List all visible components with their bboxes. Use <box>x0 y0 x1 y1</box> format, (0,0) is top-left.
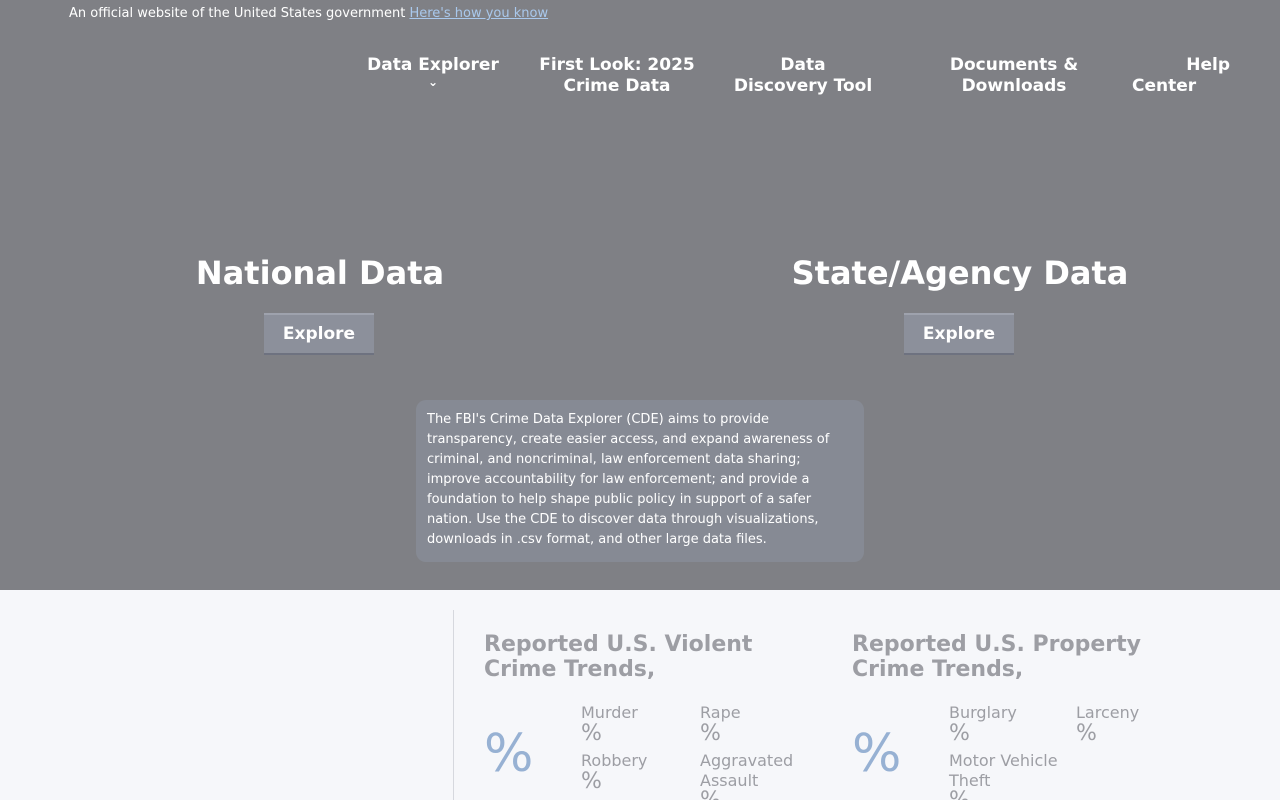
burglary-label: Burglary <box>949 703 1017 722</box>
chevron-down-icon: ⌄ <box>427 75 439 89</box>
state-explore-button[interactable]: Explore <box>904 313 1014 355</box>
motor-vehicle-theft-label-line1: Motor Vehicle <box>949 751 1058 770</box>
motor-vehicle-theft-pct: % <box>949 789 970 800</box>
burglary-pct: % <box>949 721 970 746</box>
gov-banner: An official website of the United States… <box>69 6 548 21</box>
heres-how-you-know-link[interactable]: Here's how you know <box>409 6 548 21</box>
section-divider <box>453 610 454 800</box>
robbery-pct: % <box>581 769 602 794</box>
nav-help-center[interactable]: Help Center <box>1126 55 1230 97</box>
national-explore-button[interactable]: Explore <box>264 313 374 355</box>
nav-help-line2: Center <box>1132 76 1197 96</box>
violent-total-pct: % <box>484 724 534 784</box>
nav-ddt-line2: Discovery Tool <box>733 76 873 96</box>
about-cde-text: The FBI's Crime Data Explorer (CDE) aims… <box>416 400 864 562</box>
nav-data-discovery-tool[interactable]: Data Discovery Tool <box>730 55 876 97</box>
larceny-label: Larceny <box>1076 703 1140 722</box>
nav-documents-downloads[interactable]: Documents & Downloads <box>940 55 1088 97</box>
nav-docs-line1: Documents & <box>949 55 1079 75</box>
nav-first-look[interactable]: First Look: 2025 Crime Data <box>534 55 700 97</box>
aggravated-assault-pct: % <box>700 789 721 800</box>
murder-pct: % <box>581 721 602 746</box>
murder-label: Murder <box>581 703 638 722</box>
state-agency-data-title: State/Agency Data <box>791 254 1129 292</box>
property-crime-trends-title: Reported U.S. Property Crime Trends, <box>852 632 1141 682</box>
nav-docs-line2: Downloads <box>961 76 1067 96</box>
robbery-label: Robbery <box>581 751 648 770</box>
aggravated-assault-label-line1: Aggravated <box>700 751 794 770</box>
nav-data-explorer-label: Data Explorer <box>367 55 499 75</box>
gov-banner-text: An official website of the United States… <box>69 6 406 21</box>
violent-crime-trends-title: Reported U.S. Violent Crime Trends, <box>484 632 753 682</box>
hero-section: An official website of the United States… <box>0 0 1280 590</box>
aggravated-assault-label: Aggravated Assault <box>700 751 793 791</box>
larceny-pct: % <box>1076 721 1097 746</box>
nav-first-look-line1: First Look: 2025 <box>539 55 695 75</box>
rape-label: Rape <box>700 703 741 722</box>
rape-pct: % <box>700 721 721 746</box>
nav-data-explorer[interactable]: Data Explorer ⌄ <box>364 55 502 89</box>
nav-ddt-line1: Data <box>780 55 826 75</box>
nav-help-line1: Help <box>1186 55 1230 75</box>
motor-vehicle-theft-label: Motor Vehicle Theft <box>949 751 1058 791</box>
nav-first-look-line2: Crime Data <box>563 76 671 96</box>
property-total-pct: % <box>852 724 902 784</box>
national-data-title: National Data <box>195 254 445 292</box>
